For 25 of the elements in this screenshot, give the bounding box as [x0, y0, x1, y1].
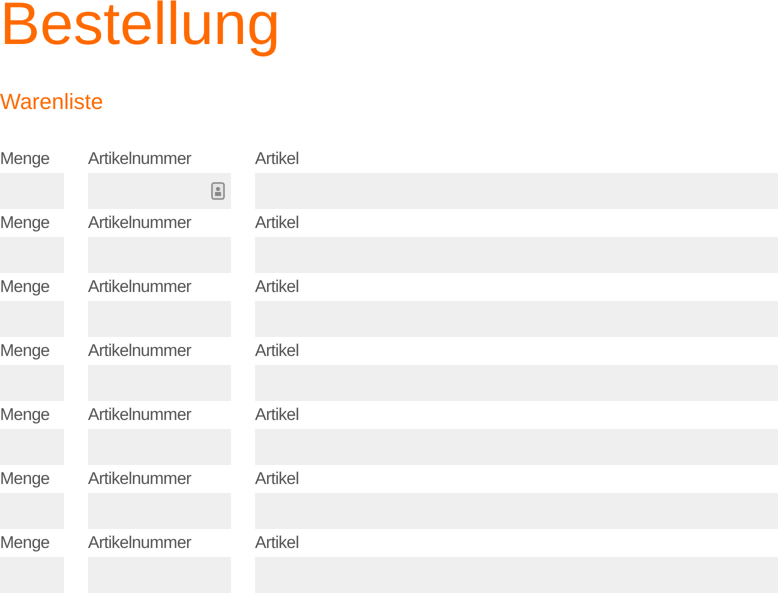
field-label: Artikel [255, 148, 299, 170]
field-label: Artikel [255, 404, 299, 426]
field-label: Artikelnummer [88, 276, 192, 298]
field-label: Menge [0, 532, 50, 554]
page-title: Bestellung [0, 0, 280, 56]
field-label: Artikel [255, 468, 299, 490]
field-label: Menge [0, 340, 50, 362]
section-heading: Warenliste [0, 90, 104, 114]
input-field[interactable] [88, 173, 231, 209]
field-label: Menge [0, 468, 50, 490]
field-label: Artikel [255, 276, 299, 298]
field-label: Artikel [255, 532, 299, 554]
contact-card-icon[interactable] [211, 182, 225, 200]
field-label: Menge [0, 276, 50, 298]
field-label: Artikelnummer [88, 468, 192, 490]
field-label: Menge [0, 212, 50, 234]
field-label: Menge [0, 404, 50, 426]
field-label: Menge [0, 148, 50, 170]
field-label: Artikelnummer [88, 212, 192, 234]
field-label: Artikel [255, 340, 299, 362]
field-label: Artikelnummer [88, 340, 192, 362]
field-label: Artikel [255, 212, 299, 234]
field-label: Artikelnummer [88, 148, 192, 170]
field-label: Artikelnummer [88, 404, 192, 426]
field-label: Artikelnummer [88, 532, 192, 554]
